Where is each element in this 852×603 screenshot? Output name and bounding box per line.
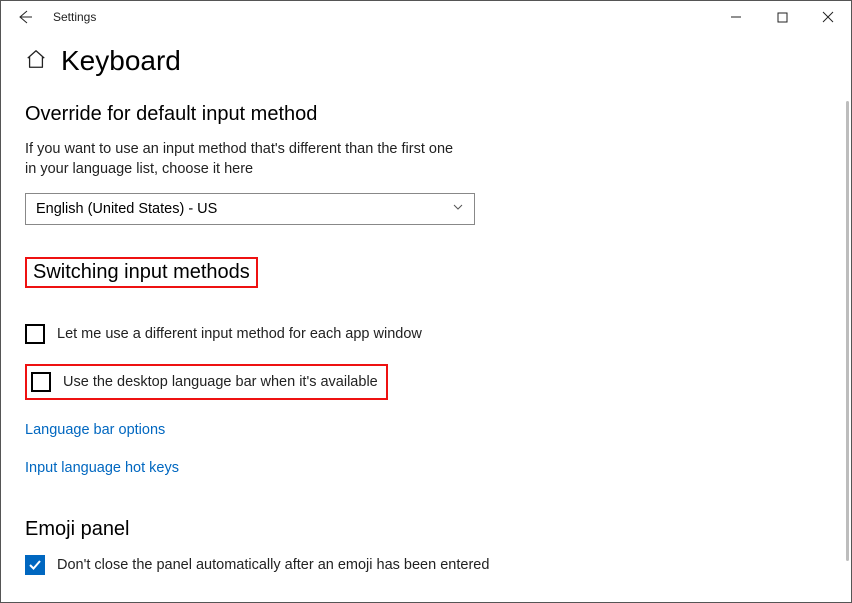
checkbox-box-icon xyxy=(25,555,45,575)
back-button[interactable] xyxy=(9,1,41,33)
titlebar-left: Settings xyxy=(9,1,96,33)
window-title: Settings xyxy=(41,10,96,24)
annotation-highlight-2: Use the desktop language bar when it's a… xyxy=(25,364,388,400)
scrollbar[interactable] xyxy=(846,101,849,561)
minimize-button[interactable] xyxy=(713,1,759,33)
checkbox-label: Let me use a different input method for … xyxy=(57,326,422,342)
section-override-title: Override for default input method xyxy=(25,103,851,126)
checkbox-emoji-panel-close[interactable]: Don't close the panel automatically afte… xyxy=(25,555,851,575)
input-method-dropdown[interactable]: English (United States) - US xyxy=(25,193,475,225)
checkbox-box-icon xyxy=(25,324,45,344)
link-input-language-hotkeys[interactable]: Input language hot keys xyxy=(25,460,851,476)
titlebar: Settings xyxy=(1,1,851,33)
window-controls xyxy=(713,1,851,33)
content-area: Keyboard Override for default input meth… xyxy=(1,33,851,602)
section-override-desc: If you want to use an input method that'… xyxy=(25,140,455,179)
checkbox-box-icon xyxy=(31,372,51,392)
close-button[interactable] xyxy=(805,1,851,33)
checkbox-label: Use the desktop language bar when it's a… xyxy=(63,374,378,390)
checkbox-desktop-language-bar[interactable]: Use the desktop language bar when it's a… xyxy=(31,372,378,392)
section-emoji-title: Emoji panel xyxy=(25,518,851,541)
annotation-highlight-1: Switching input methods xyxy=(25,257,258,288)
link-language-bar-options[interactable]: Language bar options xyxy=(25,422,851,438)
maximize-button[interactable] xyxy=(759,1,805,33)
checkbox-label: Don't close the panel automatically afte… xyxy=(57,557,489,573)
section-switching-title: Switching input methods xyxy=(33,261,250,283)
checkbox-per-app-input[interactable]: Let me use a different input method for … xyxy=(25,324,851,344)
chevron-down-icon xyxy=(452,201,464,217)
page-header: Keyboard xyxy=(25,45,851,77)
home-icon[interactable] xyxy=(25,48,47,75)
settings-window: Settings Keyboard Override for default i… xyxy=(0,0,852,603)
page-title: Keyboard xyxy=(61,45,181,77)
dropdown-value: English (United States) - US xyxy=(36,201,217,217)
